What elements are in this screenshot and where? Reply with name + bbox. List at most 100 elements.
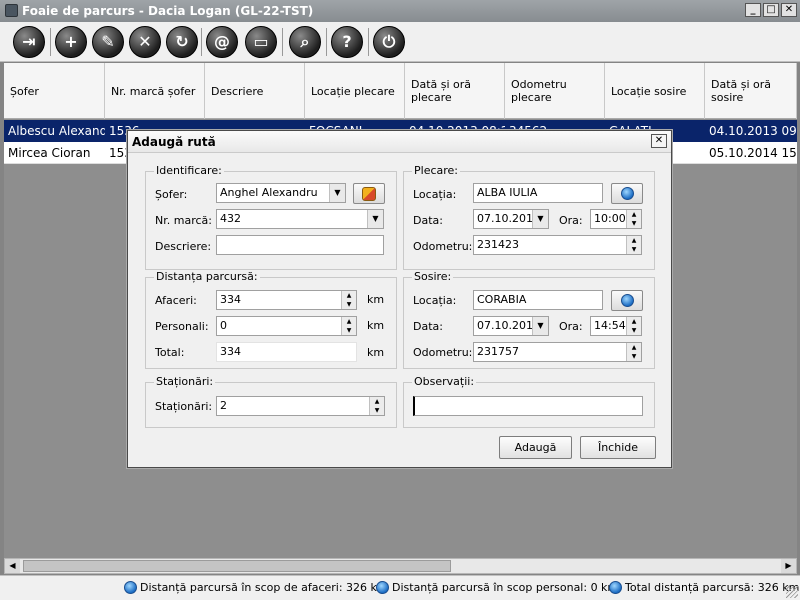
calendar-dropdown-icon[interactable]: ▼: [532, 210, 548, 228]
horizontal-scrollbar[interactable]: ◀ ▶: [4, 558, 797, 574]
help-button[interactable]: ?: [331, 26, 363, 58]
globe-icon: [609, 581, 622, 594]
personali-value: 0: [220, 319, 227, 332]
sosire-ora-label: Ora:: [559, 320, 583, 333]
observatii-input[interactable]: [413, 396, 643, 416]
exit-button[interactable]: ⇥: [13, 26, 45, 58]
plecare-ora-input[interactable]: 10:00 ▲ ▼: [590, 209, 642, 229]
column-header[interactable]: Nr. marcă șofer: [105, 63, 205, 119]
scroll-thumb[interactable]: [23, 560, 451, 572]
sosire-map-button[interactable]: [611, 290, 643, 311]
column-header[interactable]: Odometru plecare: [505, 63, 605, 119]
plecare-map-button[interactable]: [611, 183, 643, 204]
distanta-legend: Distanța parcursă:: [154, 270, 260, 283]
spinner-icon[interactable]: ▲ ▼: [626, 210, 641, 228]
spinner-icon[interactable]: ▲ ▼: [341, 317, 356, 335]
plecare-date-picker[interactable]: 07.10.2013 ▼: [473, 209, 549, 229]
km-unit: km: [367, 319, 385, 332]
total-readonly: 334: [216, 342, 357, 362]
plecare-locatia-label: Locația:: [413, 188, 457, 201]
chevron-down-icon[interactable]: ▼: [329, 184, 345, 202]
stationari-input[interactable]: 2 ▲ ▼: [216, 396, 385, 416]
identificare-legend: Identificare:: [154, 164, 224, 177]
search-button[interactable]: ⌕: [289, 26, 321, 58]
column-header[interactable]: Descriere: [205, 63, 305, 119]
minimize-button[interactable]: _: [745, 3, 761, 17]
dialog-close-icon[interactable]: ✕: [651, 134, 667, 148]
dialog-title: Adaugă rută: [132, 135, 216, 149]
close-window-button[interactable]: ✕: [781, 3, 797, 17]
marca-select[interactable]: 432 ▼: [216, 209, 384, 229]
plecare-odometru-value: 231423: [477, 238, 519, 251]
spinner-icon[interactable]: ▲ ▼: [626, 343, 641, 361]
sosire-odometru-input[interactable]: 231757 ▲ ▼: [473, 342, 642, 362]
sofer-label: Șofer:: [155, 188, 188, 201]
add-icon: +: [64, 32, 78, 51]
descriere-label: Descriere:: [155, 240, 212, 253]
edit-button[interactable]: ✎: [92, 26, 124, 58]
maximize-button[interactable]: □: [763, 3, 779, 17]
add-button[interactable]: +: [55, 26, 87, 58]
afaceri-input[interactable]: 334 ▲ ▼: [216, 290, 357, 310]
drivers-button[interactable]: [353, 183, 385, 204]
spinner-icon[interactable]: ▲ ▼: [626, 236, 641, 254]
personali-input[interactable]: 0 ▲ ▼: [216, 316, 357, 336]
plecare-locatia-input[interactable]: ALBA IULIA: [473, 183, 603, 203]
chevron-down-icon[interactable]: ▼: [367, 210, 383, 228]
app-icon: [5, 4, 18, 17]
scroll-left-icon[interactable]: ◀: [5, 559, 20, 573]
sosire-ora-input[interactable]: 14:54 ▲ ▼: [590, 316, 642, 336]
column-header[interactable]: Locație sosire: [605, 63, 705, 119]
power-button[interactable]: ⏻: [373, 26, 405, 58]
globe-icon: [620, 187, 634, 200]
delete-button[interactable]: ✕: [129, 26, 161, 58]
search-icon: ⌕: [300, 32, 310, 51]
refresh-button[interactable]: ↻: [166, 26, 198, 58]
close-dialog-button[interactable]: Închide: [580, 436, 656, 459]
plecare-odometru-input[interactable]: 231423 ▲ ▼: [473, 235, 642, 255]
table-cell: Mircea Cioran: [8, 146, 91, 160]
calendar-dropdown-icon[interactable]: ▼: [532, 317, 548, 335]
column-header[interactable]: Locație plecare: [305, 63, 405, 119]
resize-grip-icon[interactable]: [786, 586, 798, 598]
plecare-legend: Plecare:: [412, 164, 460, 177]
column-header[interactable]: Dată și oră plecare: [405, 63, 505, 119]
sosire-legend: Sosire:: [412, 270, 454, 283]
total-label: Total:: [155, 346, 185, 359]
column-header[interactable]: Dată și oră sosire: [705, 63, 797, 119]
stationari-group: Staționări: Staționări: 2 ▲ ▼: [145, 375, 397, 428]
delete-icon: ✕: [138, 32, 152, 51]
spinner-icon[interactable]: ▲ ▼: [369, 397, 384, 415]
globe-icon: [124, 581, 137, 594]
sofer-select[interactable]: Anghel Alexandru ▼: [216, 183, 346, 203]
power-icon: ⏻: [382, 32, 396, 51]
sofer-select-value: Anghel Alexandru: [220, 186, 318, 199]
plecare-ora-value: 10:00: [594, 212, 626, 225]
stationari-legend: Staționări:: [154, 375, 216, 388]
afaceri-value: 334: [220, 293, 241, 306]
column-header[interactable]: Șofer: [4, 63, 105, 119]
email-icon: @: [214, 32, 230, 51]
help-icon: ?: [342, 32, 352, 51]
sosire-group: Sosire: Locația: CORABIA Data: 07.10.201…: [403, 270, 655, 369]
spinner-icon[interactable]: ▲ ▼: [341, 291, 356, 309]
distanta-group: Distanța parcursă: Afaceri: 334 ▲ ▼ km Pe…: [145, 270, 397, 369]
sosire-date-value: 07.10.2013: [477, 319, 540, 332]
add-route-button[interactable]: Adaugă: [499, 436, 572, 459]
drivers-icon: [362, 186, 376, 201]
sosire-date-picker[interactable]: 07.10.2013 ▼: [473, 316, 549, 336]
plecare-odometru-label: Odometru:: [413, 240, 473, 253]
descriere-input[interactable]: [216, 235, 384, 255]
sosire-odometru-label: Odometru:: [413, 346, 473, 359]
sosire-locatia-input[interactable]: CORABIA: [473, 290, 603, 310]
toolbar: ⇥ + ✎ ✕ ↻ @ ▭ ⌕ ? ⏻: [0, 22, 800, 62]
print-button[interactable]: ▭: [245, 26, 277, 58]
plecare-data-label: Data:: [413, 214, 443, 227]
observatii-legend: Observații:: [412, 375, 477, 388]
window-titlebar: Foaie de parcurs - Dacia Logan (GL-22-TS…: [0, 0, 800, 22]
email-button[interactable]: @: [206, 26, 238, 58]
plecare-date-value: 07.10.2013: [477, 212, 540, 225]
km-unit: km: [367, 293, 385, 306]
scroll-right-icon[interactable]: ▶: [781, 559, 796, 573]
spinner-icon[interactable]: ▲ ▼: [626, 317, 641, 335]
